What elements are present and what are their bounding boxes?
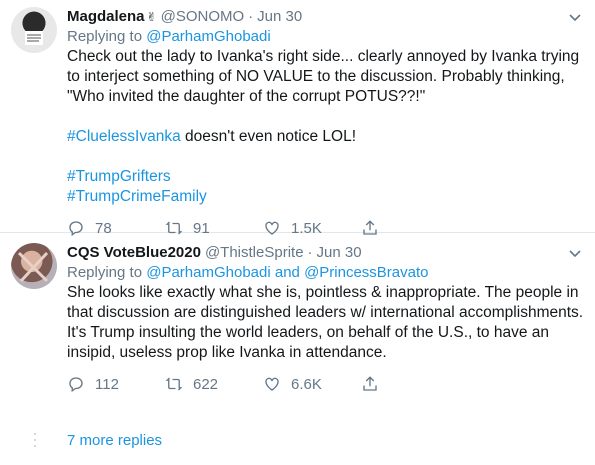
chevron-down-icon[interactable] — [567, 9, 583, 25]
tweet-text-line: #CluelessIvanka doesn't even notice LOL! — [67, 127, 585, 147]
more-replies-link[interactable]: 7 more replies — [60, 432, 162, 449]
hashtag-link[interactable]: #TrumpGrifters — [67, 168, 171, 185]
hashtag-link[interactable]: #TrumpCrimeFamily — [67, 188, 207, 205]
display-name[interactable]: Magdalena — [67, 7, 145, 27]
tweet-body: Check out the lady to Ivanka's right sid… — [67, 47, 585, 207]
separator-dot: · — [307, 244, 313, 261]
reply-conjunction: and — [274, 264, 300, 281]
tweet-text: doesn't even notice LOL! — [180, 128, 357, 145]
reply-icon — [69, 377, 83, 393]
avatar-column — [10, 7, 60, 232]
display-name[interactable]: CQS VoteBlue2020 — [67, 243, 201, 263]
replying-to-label: Replying to — [67, 264, 143, 281]
tweet-date[interactable]: Jun 30 — [317, 243, 362, 263]
avatar-column — [10, 243, 60, 429]
reply-mention-link[interactable]: @PrincessBravato — [304, 264, 428, 281]
like-count: 6.6K — [291, 375, 322, 393]
retweet-count: 622 — [193, 375, 219, 393]
more-replies-row[interactable]: 7 more replies — [10, 431, 162, 449]
share-button[interactable] — [361, 375, 391, 393]
reply-mention-link[interactable]: @ParhamGhobadi — [146, 28, 270, 45]
user-handle[interactable]: @SONOMO — [161, 7, 245, 27]
replying-to: Replying to @ParhamGhobadi and @Princess… — [67, 263, 585, 283]
retweet-button[interactable]: 622 — [165, 375, 263, 393]
tweet-content: CQS VoteBlue2020 @ThistleSprite · Jun 30… — [60, 243, 585, 429]
like-icon — [265, 377, 279, 391]
tweet-text: She looks like exactly what she is, poin… — [67, 284, 584, 361]
replying-to: Replying to @ParhamGhobadi — [67, 27, 585, 47]
tweet-header: CQS VoteBlue2020 @ThistleSprite · Jun 30 — [67, 243, 585, 263]
emoji-icon: ✌ — [146, 10, 157, 24]
tweet-date[interactable]: Jun 30 — [257, 7, 302, 27]
tweet[interactable]: CQS VoteBlue2020 @ThistleSprite · Jun 30… — [0, 233, 595, 429]
tweet[interactable]: Magdalena ✌ @SONOMO · Jun 30 Replying to… — [0, 0, 595, 237]
reply-button[interactable]: 112 — [67, 375, 165, 393]
chevron-down-icon[interactable] — [567, 245, 583, 261]
hashtag-link[interactable]: #CluelessIvanka — [67, 128, 181, 145]
share-icon — [363, 376, 377, 391]
replying-to-label: Replying to — [67, 28, 143, 45]
retweet-icon — [165, 377, 183, 391]
tweet-text: Check out the lady to Ivanka's right sid… — [67, 48, 580, 105]
tweet-body: She looks like exactly what she is, poin… — [67, 283, 585, 363]
avatar[interactable] — [11, 7, 57, 53]
tweet-header: Magdalena ✌ @SONOMO · Jun 30 — [67, 7, 585, 27]
thread-dots — [10, 431, 60, 449]
tweet-actions: 112 622 6.6K — [67, 375, 585, 393]
tweet-content: Magdalena ✌ @SONOMO · Jun 30 Replying to… — [60, 7, 585, 237]
user-handle[interactable]: @ThistleSprite — [205, 243, 304, 263]
like-button[interactable]: 6.6K — [263, 375, 361, 393]
reply-count: 112 — [95, 375, 119, 393]
reply-mention-link[interactable]: @ParhamGhobadi — [146, 264, 270, 281]
separator-dot: · — [248, 8, 254, 25]
avatar[interactable] — [11, 243, 57, 289]
